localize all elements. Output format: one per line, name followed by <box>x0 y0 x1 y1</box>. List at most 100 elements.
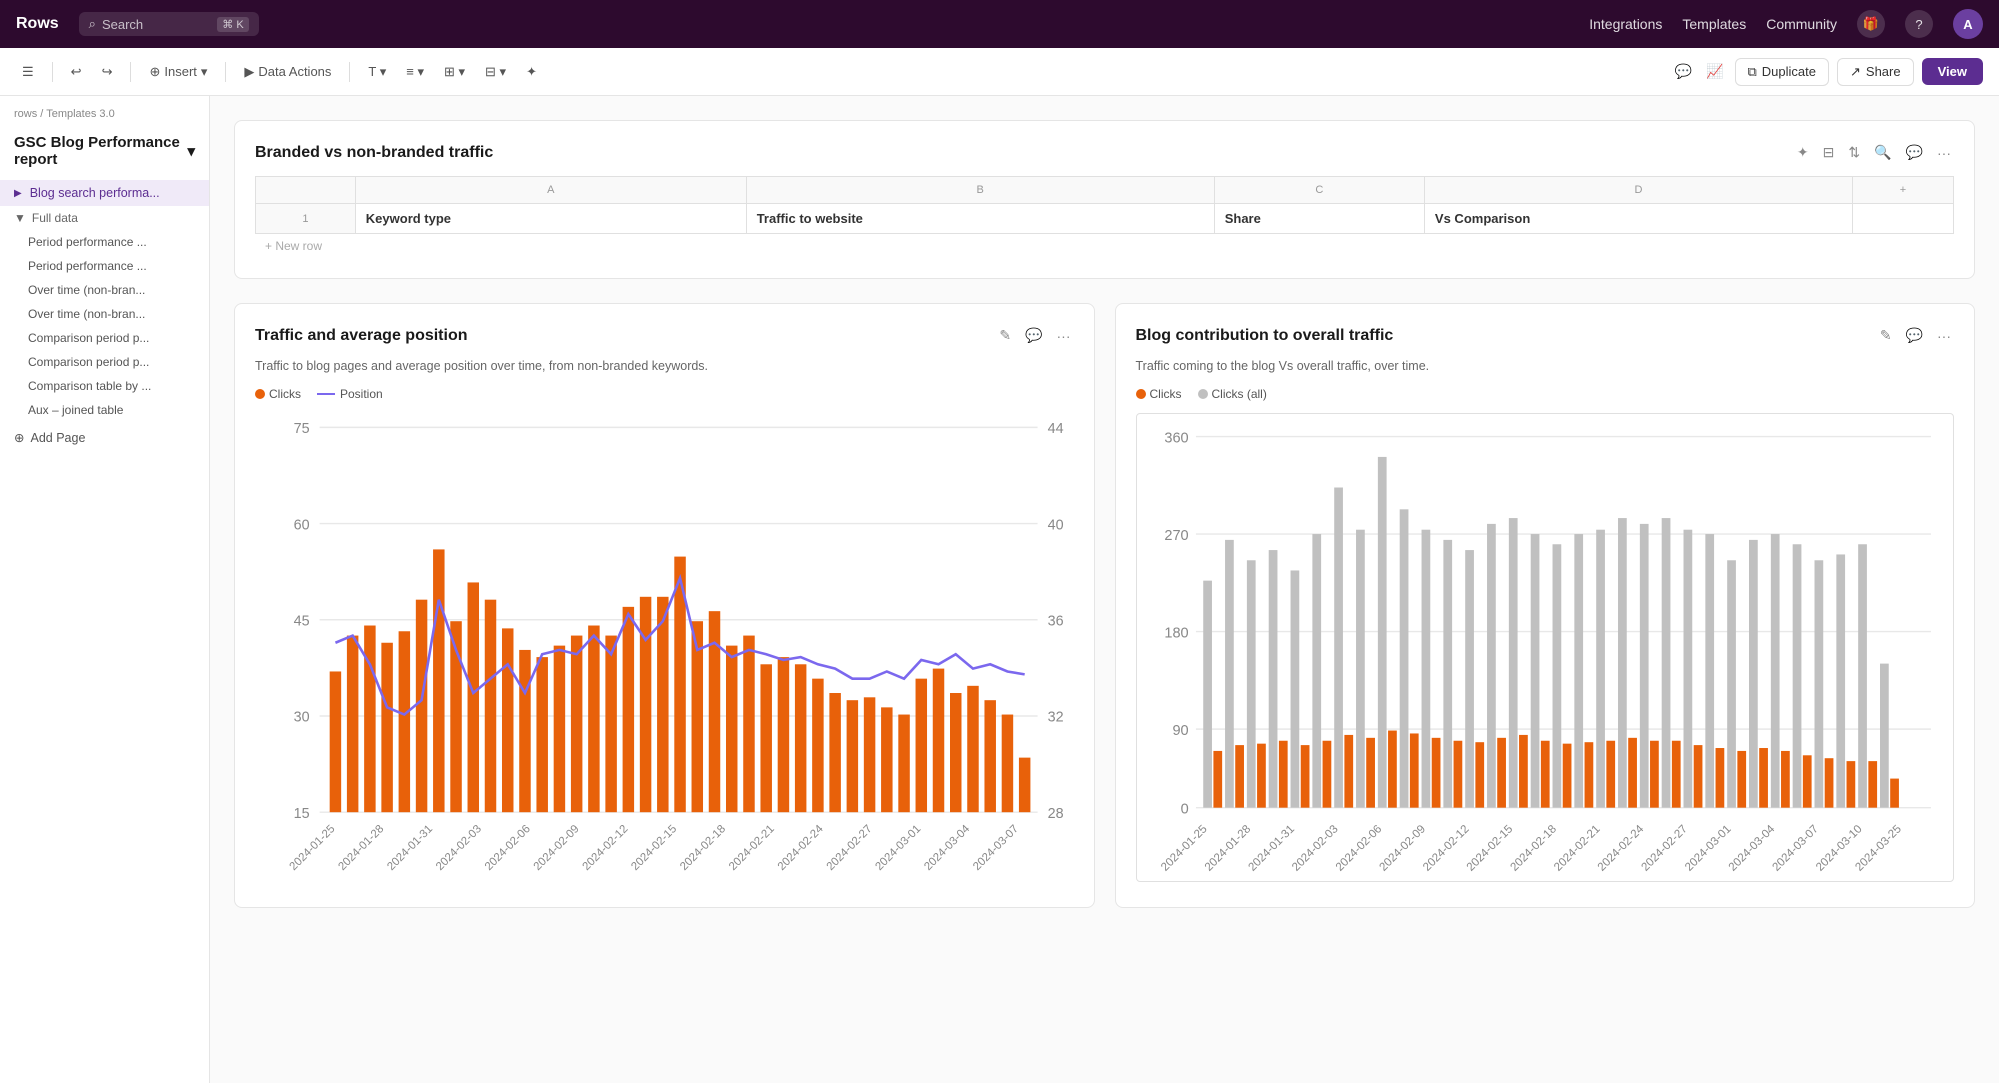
new-row-btn[interactable]: + New row <box>255 234 1954 258</box>
vs-comparison-header[interactable]: Vs Comparison <box>1424 204 1852 234</box>
msg-icon-btn[interactable]: 💬 <box>1022 324 1045 347</box>
msg-icon-btn-2[interactable]: 💬 <box>1903 324 1926 347</box>
col-a-header[interactable]: A <box>355 177 746 204</box>
branded-table-title: Branded vs non-branded traffic <box>255 144 493 162</box>
sidebar-toggle-btn[interactable]: ☰ <box>16 60 40 84</box>
duplicate-btn[interactable]: ⧉ Duplicate <box>1735 58 1830 86</box>
nav-community[interactable]: Community <box>1766 16 1837 32</box>
traffic-chart-header: Traffic and average position ✎ 💬 ··· <box>255 324 1074 347</box>
sparkle-icon-btn[interactable]: ✦ <box>1794 141 1812 164</box>
sidebar-item-aux-joined[interactable]: Aux – joined table <box>0 398 209 422</box>
edit-icon-btn[interactable]: ✎ <box>996 324 1014 347</box>
search-icon: ⌕ <box>89 16 96 32</box>
col-d-header[interactable]: D <box>1424 177 1852 204</box>
insert-btn[interactable]: ⊕ Insert ▾ <box>143 60 213 84</box>
more-icon-btn[interactable]: ··· <box>1934 142 1954 164</box>
table-btn[interactable]: ⊞ ▾ <box>438 60 471 84</box>
breadcrumb-parent[interactable]: rows <box>14 108 37 120</box>
align-btn[interactable]: ≡ ▾ <box>400 60 430 84</box>
svg-text:2024-01-25: 2024-01-25 <box>288 823 338 873</box>
search-icon-btn[interactable]: 🔍 <box>1871 141 1894 164</box>
nav-integrations[interactable]: Integrations <box>1589 16 1662 32</box>
more-icon-btn-3[interactable]: ··· <box>1934 325 1954 347</box>
gift-icon[interactable]: 🎁 <box>1857 10 1885 38</box>
traffic-website-header[interactable]: Traffic to website <box>746 204 1214 234</box>
brush-btn[interactable]: ✦ <box>520 60 543 84</box>
svg-text:2024-02-06: 2024-02-06 <box>1333 822 1384 873</box>
col-add-header[interactable]: + <box>1853 177 1954 204</box>
user-avatar[interactable]: A <box>1953 9 1983 39</box>
sidebar-item-comparison-p-2[interactable]: Comparison period p... <box>0 350 209 374</box>
sidebar-item-period-perf-1[interactable]: Period performance ... <box>0 230 209 254</box>
edit-icon-btn-2[interactable]: ✎ <box>1877 324 1895 347</box>
view-btn[interactable]: View <box>1922 58 1983 85</box>
share-btn[interactable]: ↗ Share <box>1837 58 1914 86</box>
share-header[interactable]: Share <box>1214 204 1424 234</box>
clicks-dot <box>255 389 265 399</box>
svg-text:2024-01-31: 2024-01-31 <box>385 823 435 873</box>
col-b-header[interactable]: B <box>746 177 1214 204</box>
svg-text:2024-01-28: 2024-01-28 <box>336 823 386 873</box>
help-icon[interactable]: ? <box>1905 10 1933 38</box>
add-page-btn[interactable]: ⊕ Add Page <box>0 422 209 453</box>
filter-btn[interactable]: ⊟ ▾ <box>479 60 512 84</box>
chart-btn[interactable]: 📈 <box>1703 60 1726 83</box>
divider-2 <box>130 62 131 82</box>
sidebar-item-blog-search[interactable]: ▶ Blog search performa... <box>0 180 209 206</box>
svg-text:2024-02-09: 2024-02-09 <box>532 823 582 873</box>
svg-text:2024-02-03: 2024-02-03 <box>434 823 484 873</box>
text-format-btn[interactable]: T ▾ <box>362 60 392 84</box>
svg-text:28: 28 <box>1048 806 1064 822</box>
sidebar-item-over-time-2[interactable]: Over time (non-bran... <box>0 302 209 326</box>
undo-btn[interactable]: ↩ <box>65 60 88 84</box>
traffic-chart-legend: Clicks Position <box>255 387 1074 401</box>
sidebar-group-full-data[interactable]: ▼ Full data <box>0 206 209 230</box>
top-nav-right: Integrations Templates Community 🎁 ? A <box>1589 9 1983 39</box>
svg-text:0: 0 <box>1180 802 1188 818</box>
copy-icon: ⧉ <box>1748 64 1757 80</box>
svg-text:2024-02-15: 2024-02-15 <box>629 823 679 873</box>
comment-btn[interactable]: 💬 <box>1672 60 1695 83</box>
sidebar-item-comparison-p-1[interactable]: Comparison period p... <box>0 326 209 350</box>
position-line <box>317 393 335 395</box>
svg-text:270: 270 <box>1164 528 1188 544</box>
clicks-label-2: Clicks <box>1150 387 1182 401</box>
svg-text:44: 44 <box>1048 421 1064 437</box>
filter-icon-btn[interactable]: ⊟ <box>1820 141 1838 164</box>
card-actions-branded: ✦ ⊟ ⇅ 🔍 💬 ··· <box>1794 141 1954 164</box>
svg-text:2024-02-21: 2024-02-21 <box>1551 822 1602 873</box>
play-icon: ▶ <box>244 64 254 80</box>
sidebar: rows / Templates 3.0 GSC Blog Performanc… <box>0 96 210 1083</box>
sidebar-item-period-perf-2[interactable]: Period performance ... <box>0 254 209 278</box>
traffic-chart-subtitle: Traffic to blog pages and average positi… <box>255 359 1074 373</box>
sidebar-item-over-time-1[interactable]: Over time (non-bran... <box>0 278 209 302</box>
legend-clicks-2: Clicks <box>1136 387 1182 401</box>
contribution-chart-legend: Clicks Clicks (all) <box>1136 387 1955 401</box>
svg-text:30: 30 <box>294 710 310 726</box>
nav-templates[interactable]: Templates <box>1682 16 1746 32</box>
svg-text:60: 60 <box>294 517 310 533</box>
sort-icon-btn[interactable]: ⇅ <box>1845 141 1863 164</box>
chevron-down-icon[interactable]: ▾ <box>187 142 195 160</box>
app-logo[interactable]: Rows <box>16 15 59 33</box>
toolbar-right: 💬 📈 ⧉ Duplicate ↗ Share View <box>1672 58 1983 86</box>
comment-icon-btn[interactable]: 💬 <box>1903 141 1926 164</box>
traffic-chart-title: Traffic and average position <box>255 327 468 345</box>
sidebar-item-comparison-table[interactable]: Comparison table by ... <box>0 374 209 398</box>
svg-text:2024-02-06: 2024-02-06 <box>483 823 533 873</box>
data-actions-btn[interactable]: ▶ Data Actions <box>238 60 337 84</box>
svg-text:45: 45 <box>294 614 310 630</box>
clicks-all-label: Clicks (all) <box>1212 387 1267 401</box>
main-layout: rows / Templates 3.0 GSC Blog Performanc… <box>0 96 1999 1083</box>
search-box[interactable]: ⌕ Search ⌘ K <box>79 12 259 36</box>
more-icon-btn-2[interactable]: ··· <box>1054 325 1074 347</box>
redo-btn[interactable]: ↪ <box>96 60 119 84</box>
contribution-chart-card: Blog contribution to overall traffic ✎ 💬… <box>1115 303 1976 908</box>
svg-text:2024-02-15: 2024-02-15 <box>1464 822 1515 873</box>
clicks-dot-2 <box>1136 389 1146 399</box>
svg-text:32: 32 <box>1048 710 1064 726</box>
keyword-type-header[interactable]: Keyword type <box>355 204 746 234</box>
main-content: Branded vs non-branded traffic ✦ ⊟ ⇅ 🔍 💬… <box>210 96 1999 1083</box>
breadcrumb-current: Templates 3.0 <box>46 108 114 120</box>
col-c-header[interactable]: C <box>1214 177 1424 204</box>
